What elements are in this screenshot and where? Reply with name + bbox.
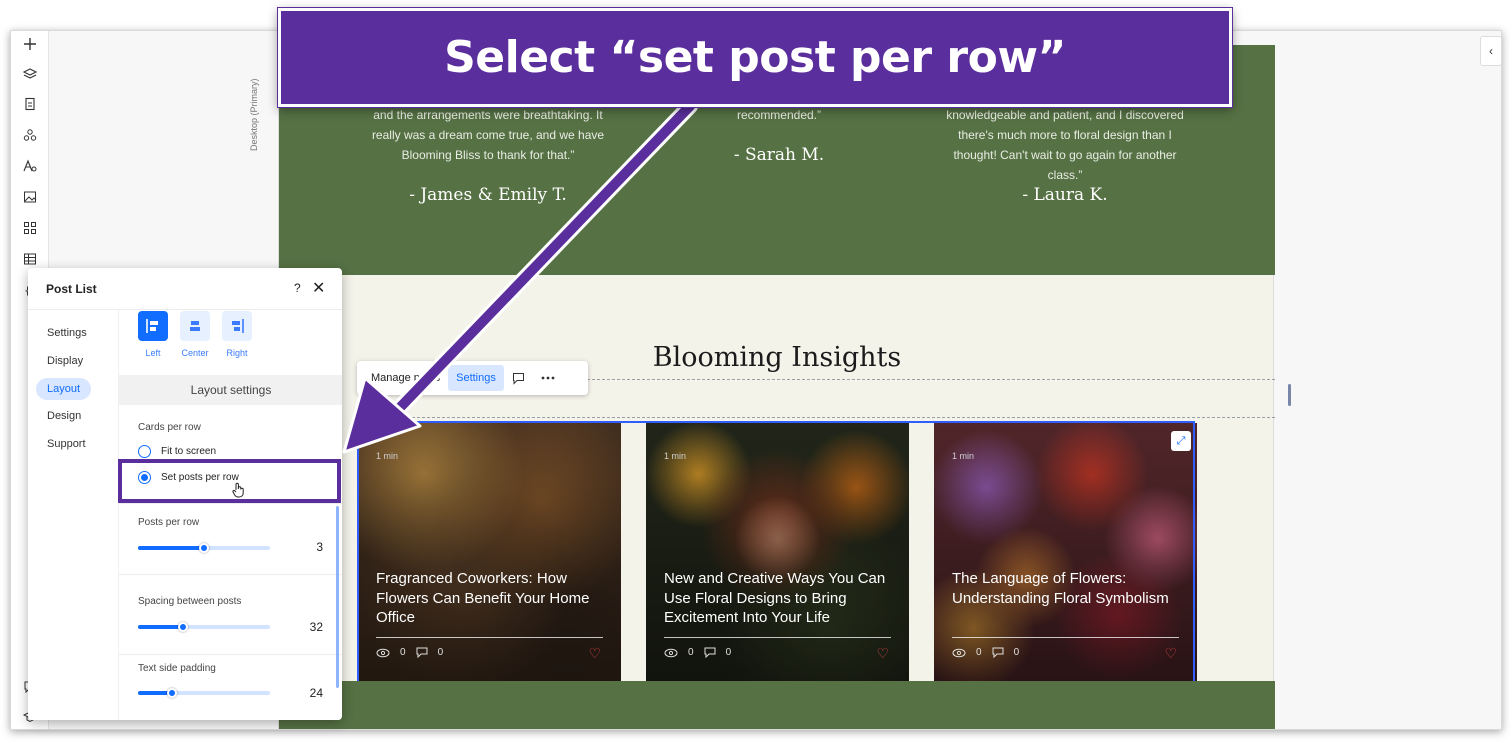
- screen: { Desktop (Primary) and the arrangements…: [0, 0, 1510, 743]
- callout-arrow: [342, 98, 698, 454]
- callout-banner: Select “set post per row”: [278, 8, 1232, 107]
